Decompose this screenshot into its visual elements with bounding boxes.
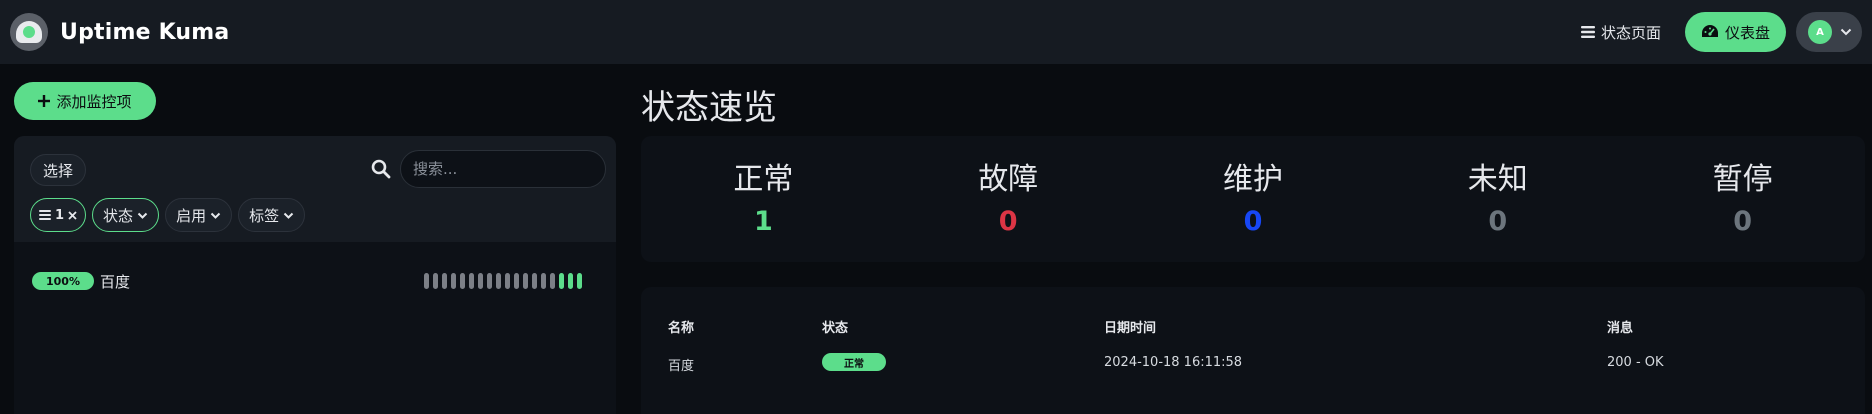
profile-dropdown[interactable]: A [1796, 12, 1862, 52]
clear-filter-button[interactable]: 1 [30, 198, 87, 232]
heartbeat-tick [442, 273, 447, 289]
important-events-table: 名称 状态 日期时间 消息 百度 正常 2024-10-18 16:11:58 … [641, 287, 1865, 414]
stat-down: 故障 0 [886, 136, 1131, 262]
heartbeat-tick [460, 273, 465, 289]
uptime-kuma-logo[interactable] [10, 13, 48, 51]
stat-value: 0 [1243, 206, 1263, 237]
add-monitor-button[interactable]: 添加监控项 [14, 82, 156, 120]
dashboard-label: 仪表盘 [1724, 23, 1770, 42]
stat-label: 正常 [733, 162, 794, 197]
filter-row: 1 状态 启用 标签 [30, 198, 306, 232]
status-page-label: 状态页面 [1600, 23, 1661, 42]
avatar: A [1808, 20, 1832, 44]
chevron-down-icon [137, 212, 148, 219]
select-button[interactable]: 选择 [30, 154, 87, 186]
heartbeat-tick [532, 273, 537, 289]
stat-value: 1 [754, 206, 773, 237]
active-filter-dropdown[interactable]: 启用 [165, 198, 233, 232]
heartbeat-tick [559, 273, 564, 289]
app-title[interactable]: Uptime Kuma [60, 20, 229, 45]
status-summary-card: 正常 1 故障 0 维护 0 未知 0 暂停 0 [641, 136, 1865, 262]
monitor-name: 百度 [100, 272, 131, 291]
uptime-badge: 100% [32, 272, 94, 290]
event-message: 200 - OK [1607, 355, 1664, 370]
stat-value: 0 [1733, 206, 1752, 237]
stat-value: 0 [998, 206, 1018, 237]
chevron-down-icon [210, 212, 221, 219]
monitor-list-toolbar: 选择 1 状态 [14, 136, 616, 242]
tags-filter-dropdown[interactable]: 标签 [238, 198, 306, 232]
heartbeat-tick [505, 273, 510, 289]
plus-icon [38, 95, 51, 107]
monitor-list-panel: 选择 1 状态 [14, 136, 616, 414]
list-icon [39, 210, 51, 220]
chevron-down-icon [1840, 28, 1852, 36]
close-icon [68, 210, 77, 220]
event-monitor-name[interactable]: 百度 [668, 355, 694, 374]
active-filter-count: 1 [55, 207, 65, 223]
stat-unknown: 未知 0 [1375, 136, 1620, 262]
monitor-list-item[interactable]: 100% 百度 [32, 268, 602, 294]
status-page-link[interactable]: 状态页面 [1580, 22, 1661, 43]
stat-label: 未知 [1467, 162, 1528, 197]
stat-value: 0 [1488, 206, 1508, 237]
page-title: 状态速览 [641, 88, 777, 128]
heartbeat-tick [487, 273, 492, 289]
heartbeat-bar [424, 273, 582, 289]
stat-label: 故障 [978, 162, 1039, 197]
status-filter-label: 状态 [103, 206, 134, 225]
heartbeat-tick [496, 273, 501, 289]
stat-paused: 暂停 0 [1620, 136, 1865, 262]
stat-label: 维护 [1222, 162, 1283, 197]
heartbeat-tick [541, 273, 546, 289]
status-badge: 正常 [822, 353, 886, 371]
column-header-message: 消息 [1607, 321, 1634, 336]
active-filter-label: 启用 [176, 206, 207, 225]
heartbeat-tick [451, 273, 456, 289]
heartbeat-tick [577, 273, 582, 289]
search-input[interactable] [400, 150, 606, 188]
search-icon[interactable] [370, 158, 392, 180]
gauge-icon [1701, 25, 1718, 37]
header-actions: 状态页面 仪表盘 A [1580, 12, 1862, 52]
stat-label: 暂停 [1712, 162, 1773, 197]
stat-up: 正常 1 [641, 136, 886, 262]
heartbeat-tick [514, 273, 519, 289]
heartbeat-tick [469, 273, 474, 289]
logo-shape [16, 21, 42, 43]
logo-dot [23, 26, 35, 38]
heartbeat-tick [478, 273, 483, 289]
status-filter-dropdown[interactable]: 状态 [92, 198, 160, 232]
top-navbar: Uptime Kuma 状态页面 仪表盘 A [0, 0, 1872, 64]
heartbeat-tick [433, 273, 438, 289]
heartbeat-tick [568, 273, 573, 289]
column-header-datetime: 日期时间 [1104, 321, 1157, 336]
add-monitor-label: 添加监控项 [56, 92, 132, 111]
heartbeat-tick [424, 273, 429, 289]
column-header-name: 名称 [668, 321, 695, 336]
column-header-status: 状态 [822, 321, 849, 336]
heartbeat-tick [523, 273, 528, 289]
event-datetime: 2024-10-18 16:11:58 [1104, 355, 1243, 370]
chevron-down-icon [283, 212, 294, 219]
dashboard-button[interactable]: 仪表盘 [1684, 12, 1786, 52]
tags-filter-label: 标签 [249, 206, 280, 225]
stat-maintenance: 维护 0 [1131, 136, 1376, 262]
event-status-cell: 正常 [822, 353, 886, 371]
heartbeat-tick [550, 273, 555, 289]
list-icon [1580, 26, 1595, 38]
